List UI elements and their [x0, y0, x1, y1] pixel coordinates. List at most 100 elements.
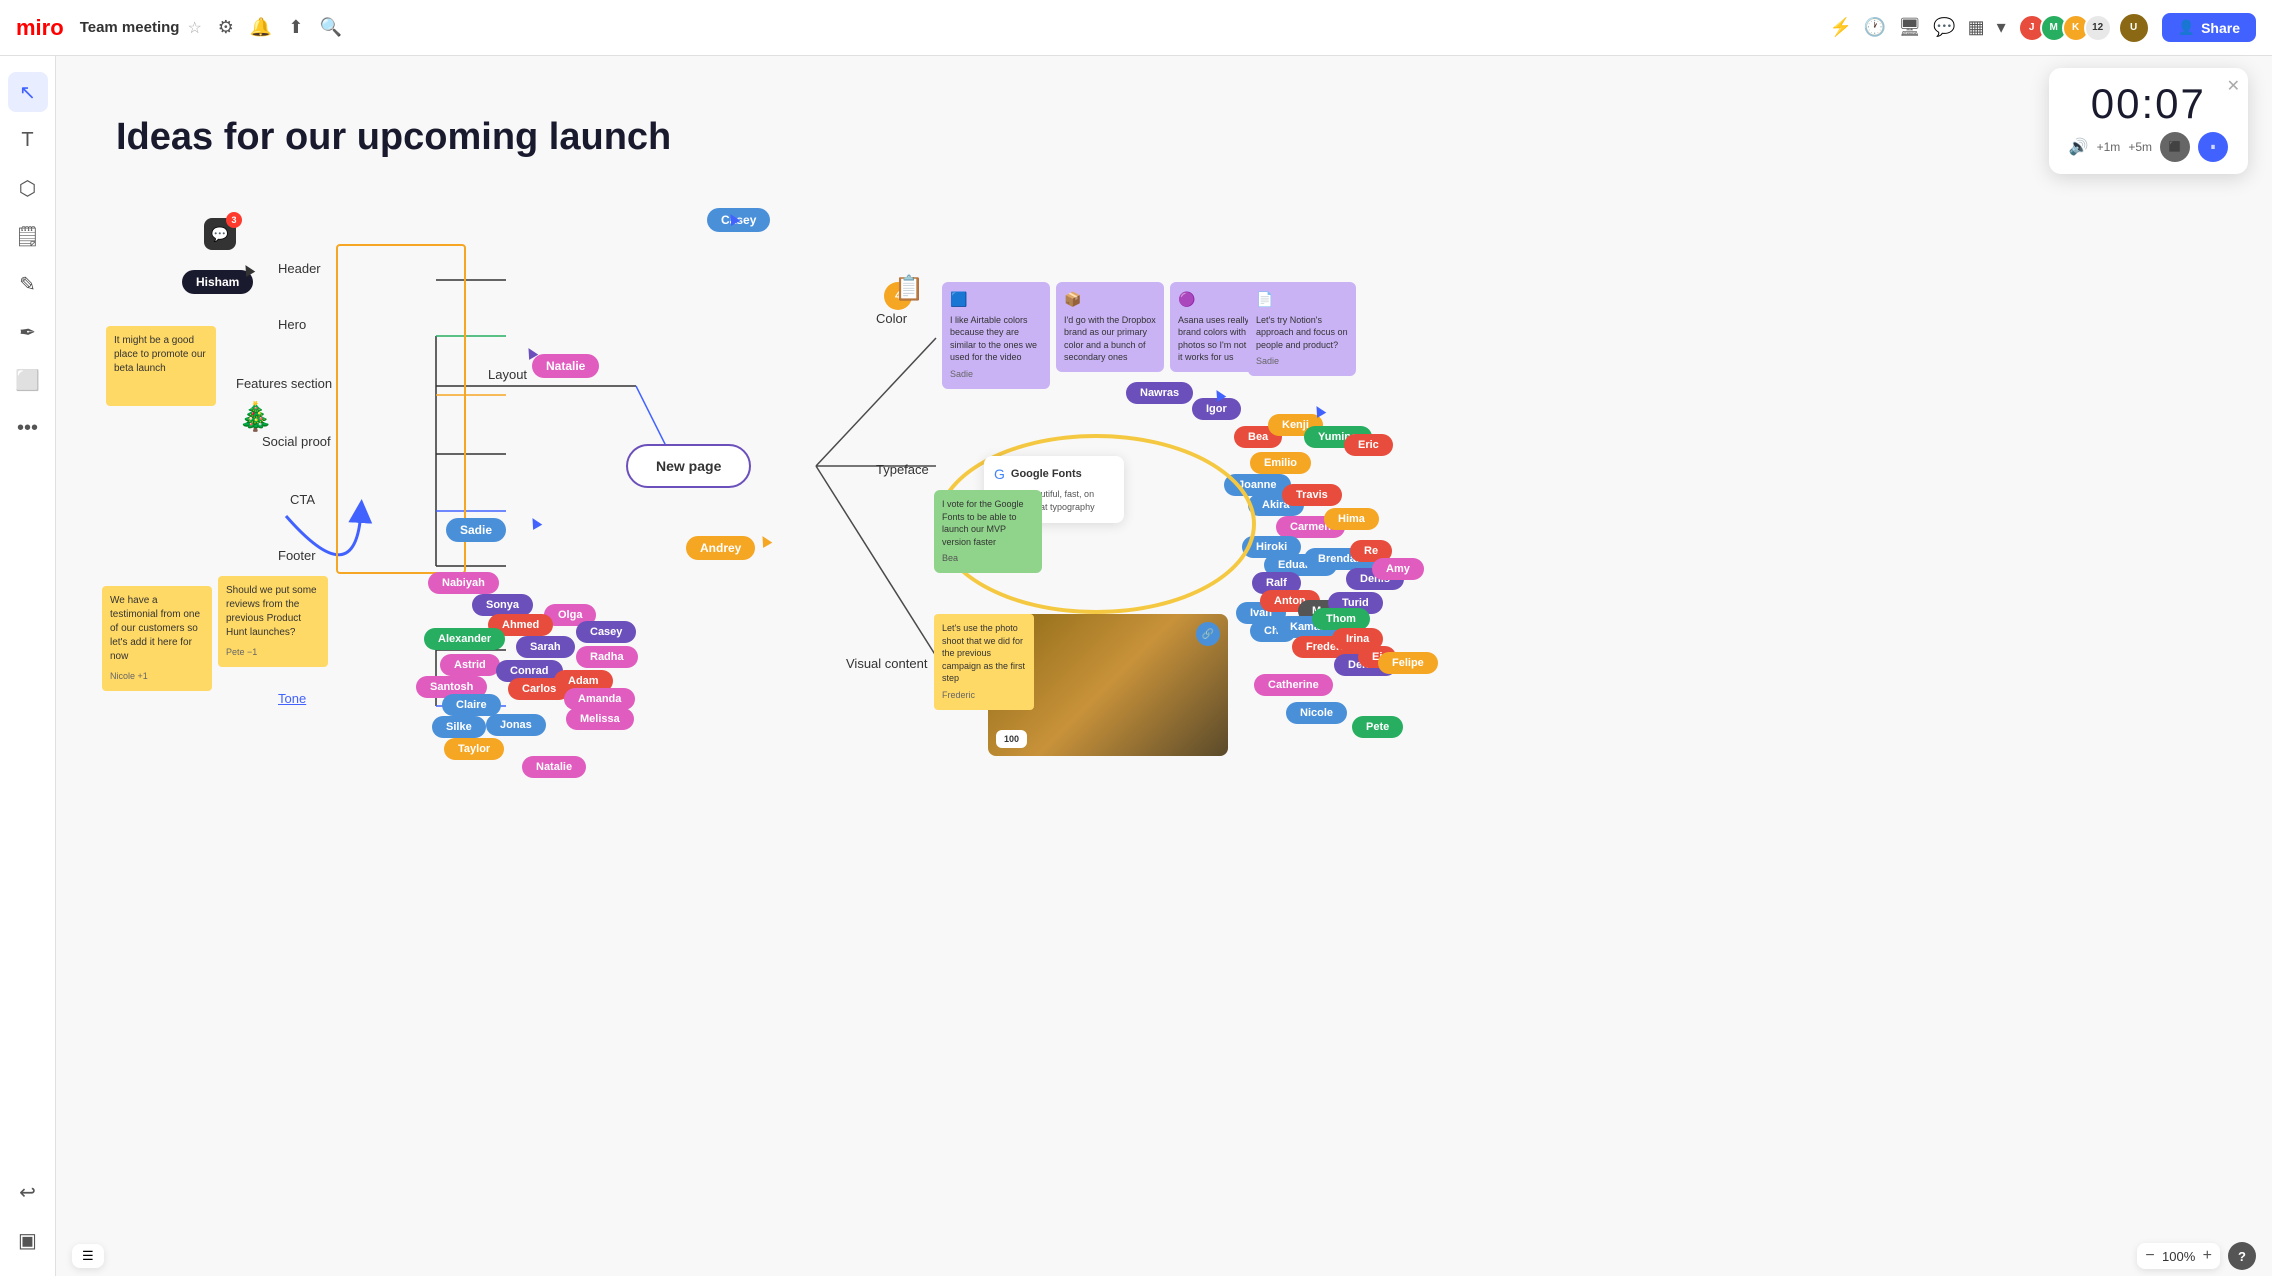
person-thom[interactable]: Thom [1312, 608, 1370, 630]
help-button[interactable]: ? [2228, 1242, 2256, 1270]
timer-controls: 🔊 +1m +5m ⬛ ⏸ [2069, 132, 2228, 162]
pen-tool[interactable]: ✒ [8, 312, 48, 352]
visual-content-label: Visual content [846, 656, 927, 671]
zoom-level-display[interactable]: 100% [2159, 1249, 2199, 1264]
social-proof-label: Social proof [262, 434, 331, 449]
frame-tool[interactable]: ⬜ [8, 360, 48, 400]
person-pete[interactable]: Pete [1352, 716, 1403, 738]
avatar-count[interactable]: 12 [2084, 14, 2112, 42]
undo-tool[interactable]: ↩ [8, 1172, 48, 1212]
person-melissa[interactable]: Melissa [566, 708, 634, 730]
typeface-label: Typeface [876, 462, 929, 477]
notifications-icon[interactable]: 🔔 [250, 17, 272, 38]
board: Ideas for our upcoming launch Header Her… [56, 56, 2272, 1276]
center-node[interactable]: New page [626, 444, 751, 488]
comment-bubble[interactable]: 💬 3 [204, 218, 236, 250]
sticky-tool[interactable]: 🗒 [8, 216, 48, 256]
person-claire[interactable]: Claire [442, 694, 501, 716]
person-nawras[interactable]: Nawras [1126, 382, 1193, 404]
canvas[interactable]: Ideas for our upcoming launch Header Her… [56, 56, 2272, 1276]
person-sonya[interactable]: Sonya [472, 594, 533, 616]
top-bar: miro Team meeting ☆ ⚙ 🔔 ⬆ 🔍 ⚡ 🕐 🖥 💬 ▦ ▾ … [0, 0, 2272, 56]
person-amy[interactable]: Amy [1372, 558, 1424, 580]
sticky-google-fonts-vote[interactable]: I vote for the Google Fonts to be able t… [934, 490, 1042, 573]
sticky-note-testimonial[interactable]: We have a testimonial from one of our cu… [102, 586, 212, 691]
text-tool[interactable]: T [8, 120, 48, 160]
cursor-tool[interactable]: ↖ [8, 72, 48, 112]
person-emilio[interactable]: Emilio [1250, 452, 1311, 474]
sticky-note-beta[interactable]: It might be a good place to promote our … [106, 326, 216, 406]
draw-tool[interactable]: ✎ [8, 264, 48, 304]
timer-skip1[interactable]: +1m [2097, 140, 2121, 154]
timer-skip2[interactable]: +5m [2128, 140, 2152, 154]
sticky-notion[interactable]: 📄 Let's try Notion's approach and focus … [1248, 282, 1356, 376]
avatar-group[interactable]: J M K 12 [2018, 14, 2112, 42]
zoom-controls: − 100% + [2137, 1243, 2220, 1269]
zoom-in-button[interactable]: + [2203, 1247, 2212, 1265]
person-radha[interactable]: Radha [576, 646, 638, 668]
timer-pause-button[interactable]: ⏸ [2198, 132, 2228, 162]
sticky-airtable[interactable]: 🟦 I like Airtable colors because they ar… [942, 282, 1050, 389]
person-carlos[interactable]: Carlos [508, 678, 570, 700]
chat-icon[interactable]: 💬 [1933, 17, 1955, 38]
person-hima[interactable]: Hima [1324, 508, 1379, 530]
timer-icon[interactable]: 🕐 [1864, 17, 1886, 38]
sticky-photo[interactable]: Let's use the photo shoot that we did fo… [934, 614, 1034, 710]
hero-label: Hero [278, 317, 306, 332]
miro-emoji: 🎄 [238, 400, 273, 433]
screen-icon[interactable]: 🖥 [1898, 17, 1921, 38]
person-natalie-bot[interactable]: Natalie [522, 756, 586, 778]
person-nicole[interactable]: Nicole [1286, 702, 1347, 724]
chevron-down-icon[interactable]: ▾ [1997, 17, 2006, 38]
person-casey-mid[interactable]: Casey [576, 621, 636, 643]
more-tools[interactable]: ••• [8, 408, 48, 448]
person-alexander[interactable]: Alexander [424, 628, 505, 650]
color-label: Color [876, 311, 907, 326]
cta-label: CTA [290, 492, 315, 507]
timer-sound-icon[interactable]: 🔊 [2069, 137, 2089, 157]
timer-display: 00:07 [2091, 80, 2206, 128]
sticky-dropbox[interactable]: 📦 I'd go with the Dropbox brand as our p… [1056, 282, 1164, 372]
timer-stop-button[interactable]: ⬛ [2160, 132, 2190, 162]
settings-icon[interactable]: ⚙ [218, 17, 234, 38]
bottom-left: ☰ [72, 1244, 104, 1268]
person-astrid[interactable]: Astrid [440, 654, 500, 676]
person-travis[interactable]: Travis [1282, 484, 1342, 506]
pages-button[interactable]: ☰ [72, 1244, 104, 1268]
user-avatar[interactable]: U [2118, 12, 2150, 44]
person-amanda[interactable]: Amanda [564, 688, 635, 710]
board-title[interactable]: Team meeting [80, 19, 180, 36]
person-sadie[interactable]: Sadie [446, 518, 506, 542]
bottom-right: − 100% + ? [2137, 1242, 2256, 1270]
layout-label: Layout [488, 367, 527, 382]
person-andrey[interactable]: Andrey [686, 536, 755, 560]
tone-label[interactable]: Tone [278, 691, 306, 706]
cursor-sadie: ▲ [522, 509, 548, 536]
person-taylor[interactable]: Taylor [444, 738, 504, 760]
header-label: Header [278, 261, 321, 276]
person-nabiyah[interactable]: Nabiyah [428, 572, 499, 594]
favorite-icon[interactable]: ☆ [187, 18, 201, 38]
timer-close-button[interactable]: ✕ [2227, 76, 2240, 96]
cursor-andrey: ▲ [752, 527, 778, 554]
lightning-icon[interactable]: ⚡ [1829, 17, 1851, 38]
shapes-tool[interactable]: ⬡ [8, 168, 48, 208]
person-eric[interactable]: Eric [1344, 434, 1393, 456]
timer-widget: ✕ 00:07 🔊 +1m +5m ⬛ ⏸ [2049, 68, 2248, 174]
comment-count: 3 [226, 212, 242, 228]
person-jonas[interactable]: Jonas [486, 714, 546, 736]
person-silke[interactable]: Silke [432, 716, 486, 738]
person-sarah[interactable]: Sarah [516, 636, 575, 658]
layers-toggle[interactable]: ▣ [8, 1220, 48, 1260]
footer-label: Footer [278, 548, 316, 563]
zoom-out-button[interactable]: − [2145, 1247, 2154, 1265]
person-catherine[interactable]: Catherine [1254, 674, 1333, 696]
person-joanne[interactable]: Joanne [1224, 474, 1291, 496]
person-felipe[interactable]: Felipe [1378, 652, 1438, 674]
grid-icon[interactable]: ▦ [1968, 17, 1985, 38]
left-toolbar: ↖ T ⬡ 🗒 ✎ ✒ ⬜ ••• ↩ ▣ [0, 56, 56, 1276]
upload-icon[interactable]: ⬆ [288, 17, 303, 38]
share-button[interactable]: 👤 Share [2162, 13, 2256, 42]
sticky-note-reviews[interactable]: Should we put some reviews from the prev… [218, 576, 328, 667]
search-icon[interactable]: 🔍 [319, 17, 341, 38]
